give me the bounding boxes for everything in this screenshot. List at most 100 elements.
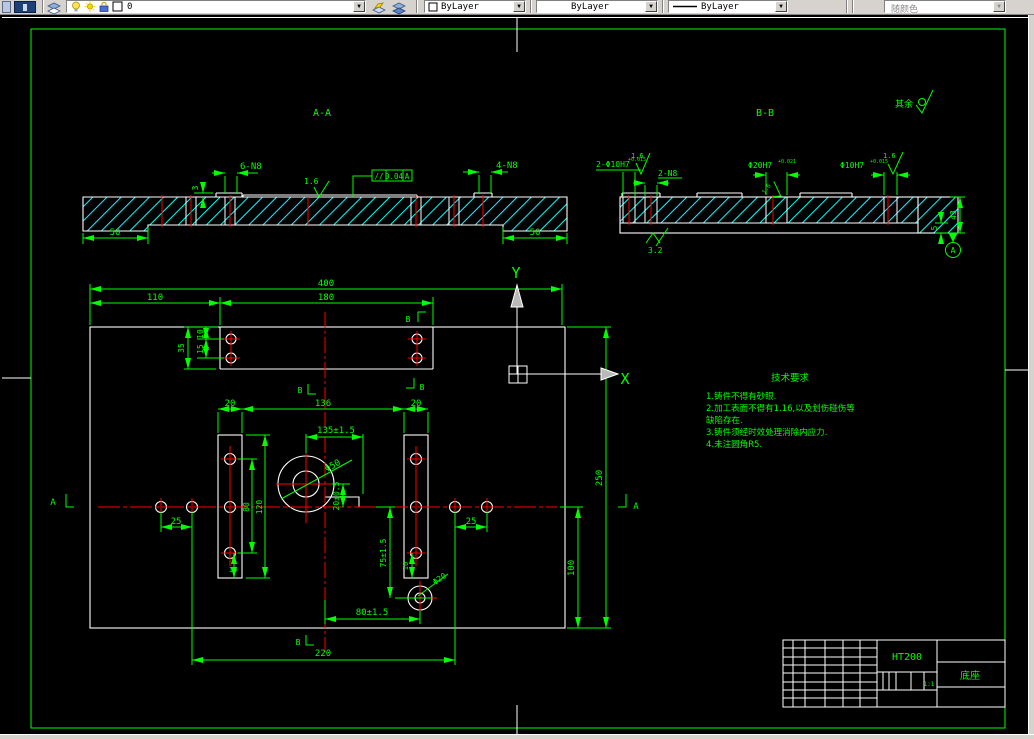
drawing-canvas[interactable]: Y X A-A 6-N8 3 1.6 // 0.04 A 4-N8 50 50 … bbox=[0, 0, 1034, 735]
dim-10-left-slot: 10 bbox=[229, 566, 237, 574]
layer-previous-button[interactable] bbox=[392, 0, 409, 15]
dim-120: 120 bbox=[255, 500, 264, 515]
viewport-icon[interactable] bbox=[14, 1, 36, 13]
dimension-lines bbox=[65, 89, 965, 665]
section-marker-a-left: A bbox=[50, 498, 56, 508]
sheet-centering-marks bbox=[2, 17, 1029, 734]
dim-bb-n8: 2-N8 bbox=[658, 169, 677, 178]
toolbar-separator bbox=[852, 0, 854, 13]
dim-75: 75±1.5 bbox=[379, 538, 388, 567]
dim-10-right-slot: 10 bbox=[402, 562, 410, 570]
plot-style-dropdown-arrow-icon[interactable]: ▼ bbox=[993, 1, 1005, 12]
fcf-symbol: // bbox=[374, 172, 383, 181]
dim-43: 43 bbox=[949, 210, 958, 220]
color-dropdown-arrow-icon[interactable]: ▼ bbox=[513, 1, 525, 12]
lineweight-sample-icon bbox=[673, 5, 697, 8]
centerlines bbox=[98, 195, 889, 652]
plot-style-value: 随颜色 bbox=[891, 5, 919, 15]
dim-400: 400 bbox=[318, 279, 334, 289]
part-name-label: 底座 bbox=[960, 669, 980, 682]
plot-style-control-dropdown[interactable]: 随颜色 ▼ bbox=[884, 0, 1006, 15]
roughness-bb-bottom: 3.2 bbox=[648, 246, 663, 255]
section-marker-b-midleft: B bbox=[298, 386, 303, 395]
material-label: HT200 bbox=[892, 652, 922, 663]
scale-label: 1:1 bbox=[924, 681, 935, 688]
dim-220: 220 bbox=[315, 649, 331, 659]
ucs-x-arrow-icon bbox=[600, 367, 620, 381]
toolbar-separator bbox=[662, 0, 664, 13]
layer-previous-icon bbox=[392, 2, 406, 15]
rest-roughness-label: 其余 bbox=[895, 98, 913, 110]
make-object-layer-current-button[interactable] bbox=[372, 0, 389, 14]
layer-color-swatch-icon[interactable] bbox=[112, 1, 124, 12]
dim-bb-mid: Φ20H7 bbox=[748, 161, 772, 170]
toolbar-separator bbox=[42, 0, 44, 13]
linetype-control-dropdown[interactable]: ByLayer ▼ bbox=[536, 0, 658, 13]
toolbar-partial-icon[interactable] bbox=[2, 1, 11, 13]
title-block-text: HT200 底座 1:1 bbox=[892, 652, 980, 688]
toolbar-separator bbox=[530, 0, 532, 13]
section-marker-a-right: A bbox=[633, 502, 639, 512]
section-marker-b-top: B bbox=[406, 315, 411, 324]
dim-180: 180 bbox=[318, 293, 334, 303]
layers-dialog-button[interactable] bbox=[47, 0, 64, 15]
canvas-top-highlight bbox=[2, 17, 1028, 18]
color-swatch-icon bbox=[428, 2, 438, 12]
dim-25-left: 25 bbox=[171, 517, 182, 527]
dim-50-right: 50 bbox=[530, 228, 541, 238]
dim-6n8: 6-N8 bbox=[240, 162, 262, 172]
lock-icon[interactable] bbox=[98, 1, 110, 12]
ucs-y-arrow-icon bbox=[510, 283, 524, 308]
lineweight-value: ByLayer bbox=[701, 2, 739, 12]
layer-control-dropdown[interactable]: 0 ▼ bbox=[66, 0, 366, 13]
dim-bb-left: 2-Φ10H7 bbox=[596, 160, 630, 169]
dim-20-05: 20±0.5 bbox=[332, 481, 341, 510]
dim-15: 15 bbox=[196, 344, 205, 354]
roughness-bb-mid: 1.6 bbox=[761, 182, 773, 195]
toolbar-separator bbox=[846, 0, 848, 13]
roughness-bb-left: 1.6 bbox=[631, 152, 644, 160]
note-line: 缺陷存在. bbox=[706, 415, 743, 426]
layers-icon bbox=[47, 2, 61, 15]
toolbar: 0 ▼ ByLayer ▼ ByLayer ▼ ByLayer ▼ 随颜色 ▼ bbox=[0, 0, 1034, 15]
dim-80: 80 bbox=[242, 502, 251, 512]
color-control-dropdown[interactable]: ByLayer ▼ bbox=[424, 0, 526, 13]
roughness-bb-right: 1.6 bbox=[883, 152, 896, 160]
technical-notes: 技术要求 1.铸件不得有砂眼. 2.加工表面不得有1.16,以及划伤碰伤等 缺陷… bbox=[706, 372, 855, 450]
layer-dropdown-arrow-icon[interactable]: ▼ bbox=[353, 1, 365, 12]
lineweight-control-dropdown[interactable]: ByLayer ▼ bbox=[668, 0, 788, 13]
hole-circles bbox=[154, 333, 494, 560]
section-aa-title: A-A bbox=[313, 108, 331, 119]
dim-3: 3 bbox=[191, 185, 200, 190]
linetype-dropdown-arrow-icon[interactable]: ▼ bbox=[645, 1, 657, 12]
window-bottom-edge[interactable] bbox=[0, 734, 1034, 739]
fcf-datum: A bbox=[405, 172, 410, 181]
cad-application-window: 0 ▼ ByLayer ▼ ByLayer ▼ ByLayer ▼ 随颜色 ▼ … bbox=[0, 0, 1034, 739]
dimension-labels: A-A 6-N8 3 1.6 // 0.04 A 4-N8 50 50 B-B … bbox=[50, 98, 958, 659]
ucs-x-label: X bbox=[620, 370, 629, 388]
section-marker-b-bottom: B bbox=[296, 638, 301, 647]
dim-135: 135±1.5 bbox=[317, 426, 355, 436]
dia-50: Φ50 bbox=[323, 458, 342, 475]
dim-bb-right: Φ10H7 bbox=[840, 161, 864, 170]
dim-35: 35 bbox=[177, 343, 186, 353]
note-line: 3.铸件须经时效处理消除内应力. bbox=[706, 427, 827, 438]
dim-250: 250 bbox=[595, 470, 605, 486]
section-marker-b-midright: B bbox=[420, 383, 425, 392]
note-line: 4.未注圆角R5. bbox=[706, 439, 762, 450]
lightbulb-icon[interactable] bbox=[70, 1, 82, 12]
dim-20-right: 20 bbox=[411, 399, 422, 409]
current-layer-name: 0 bbox=[127, 2, 133, 12]
sun-freeze-icon[interactable] bbox=[84, 1, 96, 12]
lineweight-dropdown-arrow-icon[interactable]: ▼ bbox=[775, 1, 787, 12]
color-value: ByLayer bbox=[441, 2, 479, 12]
dim-80-15: 80±1.5 bbox=[356, 608, 389, 618]
roughness-aa: 1.6 bbox=[304, 177, 319, 186]
dia-20: Φ20 bbox=[431, 571, 448, 587]
datum-a-label: A bbox=[951, 246, 956, 255]
dim-bb-mid-tol: +0.021 bbox=[778, 159, 796, 165]
linetype-value: ByLayer bbox=[571, 2, 609, 12]
window-right-edge[interactable] bbox=[1028, 14, 1034, 739]
dim-5: 5 bbox=[930, 225, 939, 230]
toolbar-separator bbox=[416, 0, 418, 13]
